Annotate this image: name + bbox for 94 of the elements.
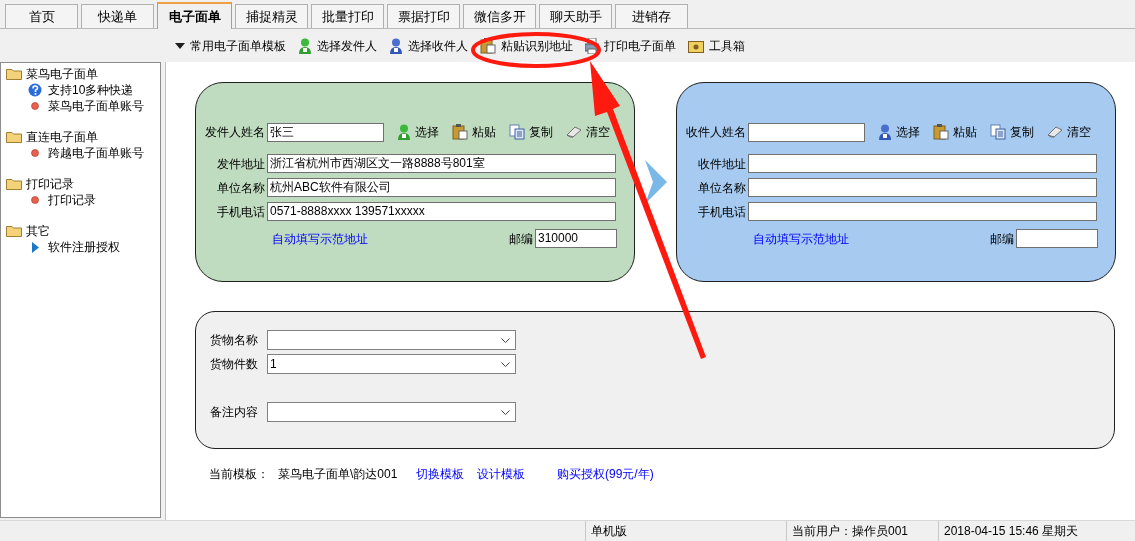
input-field[interactable]: 杭州ABC软件有限公司 [267,178,616,197]
chevron-down-icon [501,361,510,367]
field-label: 手机电话 [697,203,747,221]
tree-item[interactable]: 软件注册授权 [6,239,160,255]
person-icon [298,37,312,54]
input-field[interactable] [748,178,1097,197]
name-field[interactable]: 张三 [267,122,384,142]
tab[interactable]: 快递单 [81,4,154,28]
folder-icon [6,225,22,237]
clipboard-icon [933,124,949,140]
tree-item[interactable]: 其它 [6,223,160,239]
field-label: 备注内容 [210,404,259,421]
dropdown-field[interactable] [267,402,516,422]
input-field[interactable]: 0571-8888xxxx 139571xxxxx [267,202,616,221]
auto-fill-link[interactable]: 自动填写示范地址 [272,229,368,248]
input-field[interactable] [748,202,1097,221]
tree-item[interactable]: 菜鸟电子面单 [6,66,160,82]
toolbar-button[interactable]: 选择发件人 [298,34,377,57]
copy-icon [509,124,525,140]
person-icon [878,124,892,140]
caret-icon [175,42,185,49]
input-field[interactable]: 浙江省杭州市西湖区文一路8888号801室 [267,154,616,173]
dropdown-field[interactable] [267,330,516,350]
action-button[interactable]: 清空 [566,123,610,141]
action-button[interactable]: 清空 [1047,123,1091,141]
status-text: 当前用户：操作员001 [786,521,938,541]
footer-link[interactable]: 购买授权(99元/年) [557,465,654,483]
action-button[interactable]: 粘贴 [933,123,977,141]
clipboard-icon [452,124,468,140]
field-label: 邮编 [990,230,1015,248]
tab[interactable]: 电子面单 [157,2,232,29]
play-icon [31,241,39,253]
action-button[interactable]: 粘贴 [452,123,496,141]
chevron-down-icon [501,409,510,415]
field-label: 手机电话 [216,203,266,221]
action-button[interactable]: 复制 [509,123,553,141]
tab[interactable]: 捕捉精灵 [235,4,308,28]
tree-item[interactable]: 支持10多种快递 [6,82,160,98]
tab[interactable]: 聊天助手 [539,4,612,28]
toolbar-button[interactable]: 选择收件人 [389,34,468,57]
toolbar-button[interactable]: 工具箱 [688,34,745,57]
folder-icon [6,178,22,190]
toolbox-icon [688,38,704,53]
help-icon [28,83,42,97]
action-button[interactable]: 选择 [397,123,439,141]
tree-item[interactable]: 菜鸟电子面单账号 [6,98,160,114]
chevron-down-icon [501,337,510,343]
status-text: 单机版 [585,521,786,541]
printer-icon [585,37,599,54]
eraser-icon [566,126,582,138]
clipboard-icon [480,37,496,54]
name-field[interactable] [748,122,865,142]
tree-item[interactable]: 打印记录 [6,176,160,192]
dropdown-field[interactable]: 1 [267,354,516,374]
field-label: 货物件数 [210,356,259,373]
tab[interactable]: 首页 [5,4,78,28]
toolbar-button[interactable]: 打印电子面单 [585,34,676,57]
tree-item[interactable]: 直连电子面单 [6,129,160,145]
status-text: 2018-04-15 15:46 星期天 [938,521,1135,541]
toolbar-button[interactable]: 常用电子面单模板 [175,34,286,57]
person-icon [389,37,403,54]
bullet-icon [31,149,39,157]
tree-item[interactable]: 跨越电子面单账号 [6,145,160,161]
field-label: 单位名称 [216,179,266,197]
tab[interactable]: 微信多开 [463,4,536,28]
bullet-icon [31,196,39,204]
bullet-icon [31,102,39,110]
action-button[interactable]: 选择 [878,123,920,141]
footer-link[interactable]: 设计模板 [477,465,557,483]
action-button[interactable]: 复制 [990,123,1034,141]
folder-icon [6,131,22,143]
field-label: 发件地址 [216,155,266,173]
copy-icon [990,124,1006,140]
zip-field[interactable] [1016,229,1098,248]
tree-item[interactable]: 打印记录 [6,192,160,208]
template-name: 菜鸟电子面单\韵达001 [278,466,399,483]
field-label: 邮编 [509,230,534,248]
template-label: 当前模板： [209,466,270,483]
field-label: 发件人姓名 [204,124,266,141]
folder-icon [6,68,22,80]
zip-field[interactable]: 310000 [535,229,617,248]
auto-fill-link[interactable]: 自动填写示范地址 [753,229,849,248]
tab[interactable]: 票据打印 [387,4,460,28]
footer-link[interactable]: 切换模板 [416,465,477,483]
input-field[interactable] [748,154,1097,173]
eraser-icon [1047,126,1063,138]
person-icon [397,124,411,140]
field-label: 单位名称 [697,179,747,197]
field-label: 收件地址 [697,155,747,173]
tab[interactable]: 批量打印 [311,4,384,28]
field-label: 收件人姓名 [685,124,747,141]
chevron-arrow-icon [644,160,667,204]
tab[interactable]: 进销存 [615,4,688,28]
field-label: 货物名称 [210,332,259,349]
